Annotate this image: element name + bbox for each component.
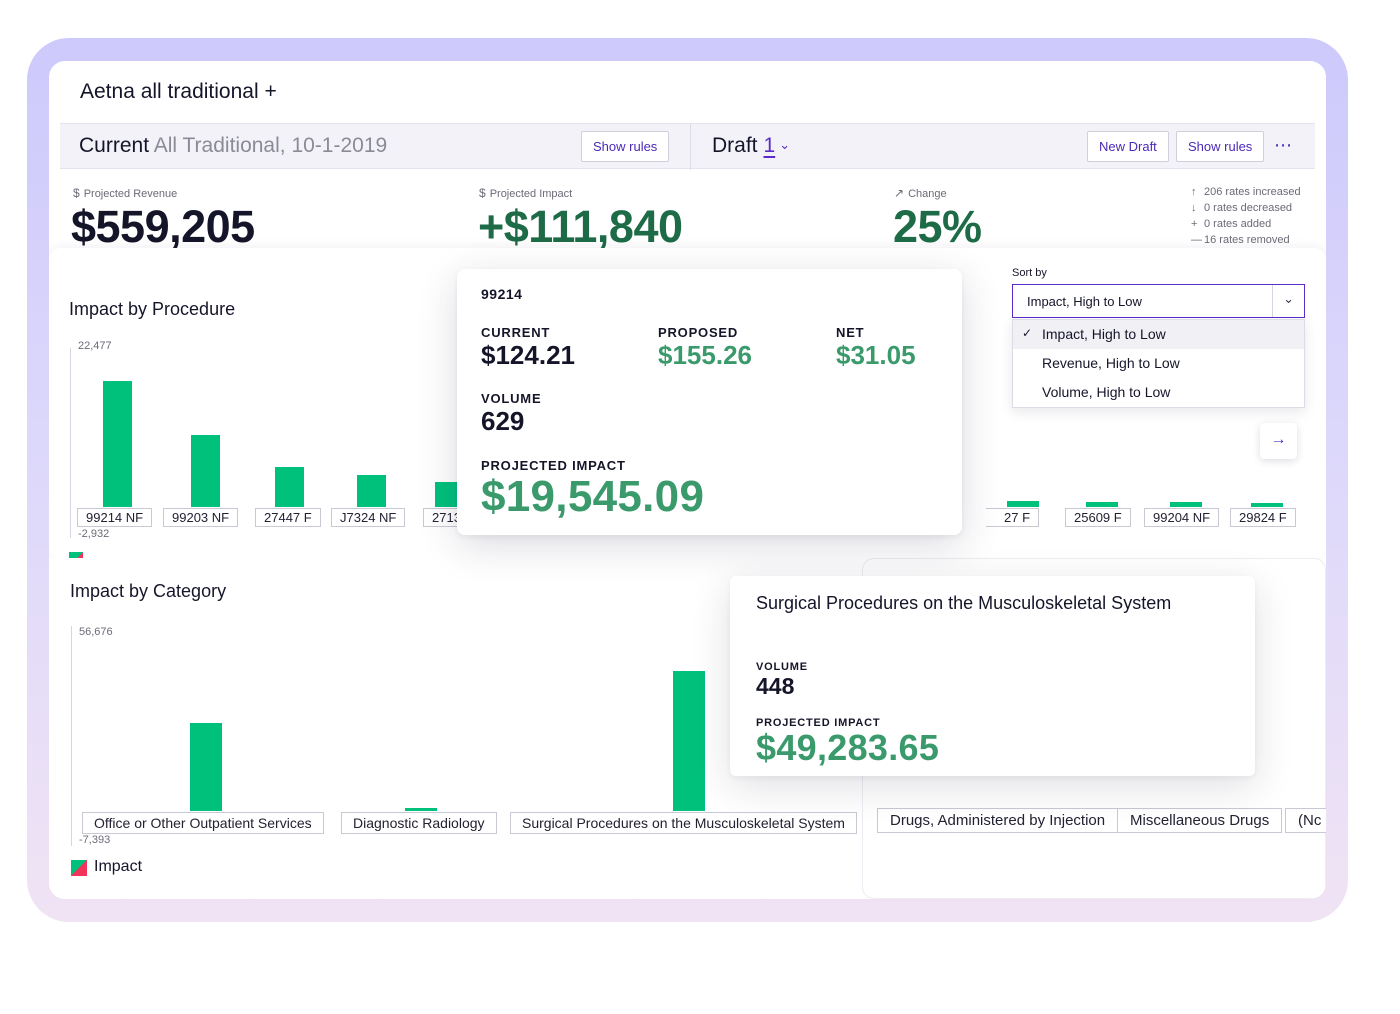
net-rate-label: NET [836, 325, 865, 340]
minus-icon: — [1191, 234, 1202, 246]
more-options-icon[interactable]: ⋯ [1274, 135, 1293, 156]
volume-label: VOLUME [756, 661, 808, 673]
projected-impact-value: +$111,840 [478, 201, 683, 252]
category-name: Surgical Procedures on the Musculoskelet… [756, 593, 1172, 613]
show-rules-current-button[interactable]: Show rules [581, 131, 670, 162]
change-value: 25% [893, 201, 982, 252]
projected-impact-value: $19,545.09 [481, 472, 705, 521]
sort-by-label: Sort by [1012, 267, 1047, 279]
legend-label: Impact [94, 858, 143, 875]
current-rate-value: $124.21 [481, 340, 575, 370]
legend-swatch [71, 860, 87, 876]
sort-option[interactable]: Volume, High to Low [1013, 378, 1304, 407]
current-rate-label: CURRENT [481, 325, 551, 340]
sort-by-select[interactable]: Impact, High to Low ⌄ [1012, 284, 1305, 318]
sort-selected-value: Impact, High to Low [1027, 294, 1142, 309]
arrow-up-icon: ↑ [1191, 186, 1197, 198]
volume-label: VOLUME [481, 391, 542, 406]
draft-selector[interactable]: Draft 1 ⌄ [712, 134, 790, 158]
check-icon: ✓ [1022, 326, 1033, 340]
projected-revenue-label: $ Projected Revenue [73, 186, 178, 200]
rates-added: +0 rates added [1191, 218, 1272, 230]
sort-option[interactable]: ✓ Impact, High to Low [1013, 320, 1304, 349]
current-detail: All Traditional, 10-1-2019 [153, 134, 388, 157]
x-tick-label: Miscellaneous Drugs [1117, 808, 1283, 833]
y-axis-max-label: 56,676 [79, 626, 113, 638]
chart-bar[interactable] [1170, 502, 1202, 507]
sort-option[interactable]: Revenue, High to Low [1013, 349, 1304, 378]
current-version: Current All Traditional, 10-1-2019 [79, 134, 387, 158]
plus-icon: + [1191, 218, 1198, 230]
x-tick-label: Diagnostic Radiology [341, 812, 497, 834]
volume-value: 448 [756, 673, 795, 699]
chart-bar[interactable] [1086, 501, 1118, 507]
procedure-code: 99214 [481, 286, 523, 302]
dollar-icon: $ [479, 186, 486, 200]
show-rules-draft-button[interactable]: Show rules [1176, 131, 1265, 162]
trend-up-icon: ↗ [894, 186, 905, 200]
arrow-down-icon: ↓ [1191, 202, 1197, 214]
x-tick-label: 99203 NF [163, 508, 239, 527]
chart-bar[interactable] [356, 475, 386, 507]
x-tick-label: 27447 F [255, 508, 321, 527]
chart-bar[interactable] [274, 467, 304, 507]
chevron-down-icon[interactable]: ⌄ [1283, 291, 1294, 307]
chart-bar[interactable] [673, 670, 705, 811]
dollar-icon: $ [73, 186, 80, 200]
x-tick-label-partial: (Nc [1285, 808, 1326, 833]
projected-revenue-value: $559,205 [71, 201, 255, 252]
y-axis-min-label: -2,932 [78, 528, 110, 540]
rates-decreased: ↓ 0 rates decreased [1191, 202, 1293, 214]
x-tick-label: 99204 NF [1144, 508, 1220, 527]
y-axis-min-label: -7,393 [79, 834, 111, 846]
select-divider [1272, 285, 1273, 317]
projected-impact-label: $ Projected Impact [479, 186, 573, 200]
rates-removed: —16 rates removed [1191, 234, 1290, 246]
x-tick-label: Drugs, Administered by Injection [877, 808, 1119, 833]
volume-value: 629 [481, 406, 525, 436]
impact-by-category-title: Impact by Category [70, 581, 227, 601]
draft-label: Draft [712, 134, 758, 157]
chart-bar[interactable] [102, 380, 132, 507]
draft-number[interactable]: 1 [764, 134, 776, 157]
procedure-detail-popover: 99214 CURRENT $124.21 PROPOSED $155.26 N… [457, 269, 962, 535]
chart-bar[interactable] [1251, 503, 1283, 507]
chart-bar[interactable] [1007, 500, 1039, 507]
projected-impact-label: PROJECTED IMPACT [481, 458, 626, 473]
current-label: Current [79, 134, 150, 157]
x-tick-label: 99214 NF [77, 508, 153, 527]
y-axis-max-label: 22,477 [78, 340, 112, 352]
proposed-rate-value: $155.26 [658, 340, 752, 370]
chart-bar[interactable] [190, 722, 222, 811]
version-toolbar: Current All Traditional, 10-1-2019 Show … [60, 123, 1315, 170]
chart-bar[interactable] [190, 435, 220, 507]
plan-title[interactable]: Aetna all traditional + [80, 80, 277, 104]
arrow-right-icon[interactable]: → [1260, 423, 1297, 459]
rate-changes-summary: ↑ 206 rates increased ↓ 0 rates decreased … [1191, 184, 1301, 248]
x-tick-label: Office or Other Outpatient Services [82, 812, 324, 834]
y-axis-line [70, 348, 71, 538]
change-label: ↗ Change [894, 186, 947, 200]
x-tick-label: Surgical Procedures on the Musculoskelet… [510, 812, 857, 834]
category-detail-popover: Surgical Procedures on the Musculoskelet… [730, 576, 1255, 776]
proposed-rate-label: PROPOSED [658, 325, 739, 340]
x-tick-label: 27 F [986, 508, 1040, 527]
toolbar-divider [690, 124, 691, 170]
chart-bar[interactable] [405, 807, 437, 811]
x-tick-label: 25609 F [1065, 508, 1131, 527]
x-tick-label: 29824 F [1230, 508, 1296, 527]
new-draft-button[interactable]: New Draft [1087, 131, 1169, 162]
chevron-down-icon[interactable]: ⌄ [779, 137, 790, 152]
sort-options-menu: ✓ Impact, High to Low Revenue, High to L… [1012, 319, 1305, 408]
net-rate-value: $31.05 [836, 340, 916, 370]
rates-increased: ↑ 206 rates increased [1191, 186, 1301, 198]
y-axis-line [71, 626, 72, 846]
projected-impact-value: $49,283.65 [756, 727, 940, 768]
impact-by-procedure-title: Impact by Procedure [69, 299, 236, 319]
x-tick-label: J7324 NF [331, 508, 406, 527]
